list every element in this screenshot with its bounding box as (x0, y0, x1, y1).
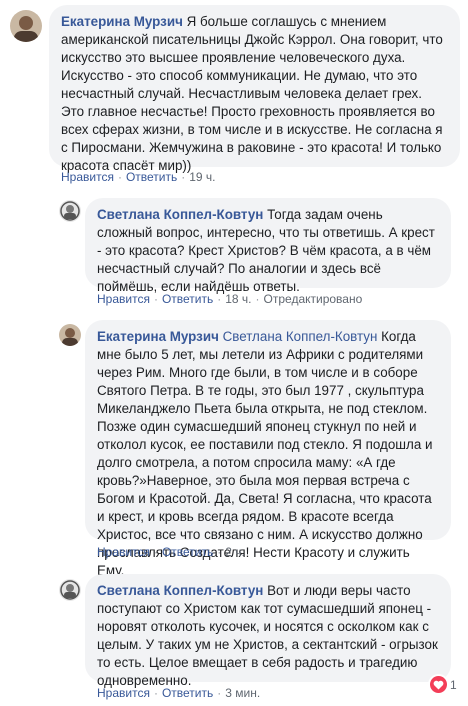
comment-text: Когда мне было 5 лет, мы летели из Африк… (97, 329, 433, 578)
comment-time[interactable]: 19 ч. (189, 170, 215, 184)
reaction-badge[interactable]: 1 (430, 676, 457, 693)
comment-actions: Нравится · Ответить · 19 ч. (61, 170, 216, 184)
avatar[interactable] (59, 579, 81, 601)
avatar[interactable] (10, 10, 42, 42)
reply-button[interactable]: Ответить (162, 545, 213, 559)
avatar[interactable] (59, 324, 81, 346)
comment-actions: Нравится · Ответить · 18 ч. · Отредактировано (97, 292, 363, 306)
reply-button[interactable]: Ответить (126, 170, 177, 184)
comment-mention[interactable]: Светлана Коппел-Ковтун (223, 329, 378, 344)
comment-text: Я больше соглашусь с мнением американско… (61, 14, 443, 173)
edited-label[interactable]: Отредактировано (264, 292, 363, 306)
comment-author[interactable]: Екатерина Мурзич (61, 14, 183, 29)
comment-author[interactable]: Светлана Коппел-Ковтун (97, 583, 263, 598)
comment-time[interactable]: 18 ч. (225, 292, 251, 306)
comment-text: Вот и люди веры часто поступают со Христ… (97, 583, 438, 688)
reply-button[interactable]: Ответить (162, 686, 213, 700)
comment-bubble: Екатерина Мурзич Светлана Коппел-Ковтун … (85, 320, 451, 578)
like-button[interactable]: Нравится (61, 170, 114, 184)
comment-author[interactable]: Светлана Коппел-Ковтун (97, 207, 263, 222)
comment-time[interactable]: 3 мин. (225, 686, 260, 700)
comment-bubble: Екатерина Мурзич Я больше соглашусь с мн… (49, 5, 460, 173)
heart-icon (430, 676, 447, 693)
comment-actions: Нравится · Ответить · 2 ч. (97, 545, 245, 559)
comment-bubble: Светлана Коппел-Ковтун Вот и люди веры ч… (85, 574, 451, 688)
reply-button[interactable]: Ответить (162, 292, 213, 306)
like-button[interactable]: Нравится (97, 292, 150, 306)
avatar[interactable] (59, 200, 81, 222)
reaction-count: 1 (450, 677, 457, 692)
comment-author[interactable]: Екатерина Мурзич (97, 329, 219, 344)
like-button[interactable]: Нравится (97, 545, 150, 559)
comment-time[interactable]: 2 ч. (225, 545, 245, 559)
like-button[interactable]: Нравится (97, 686, 150, 700)
comment-bubble: Светлана Коппел-Ковтун Тогда задам очень… (85, 198, 451, 294)
comment-actions: Нравится · Ответить · 3 мин. (97, 686, 261, 700)
